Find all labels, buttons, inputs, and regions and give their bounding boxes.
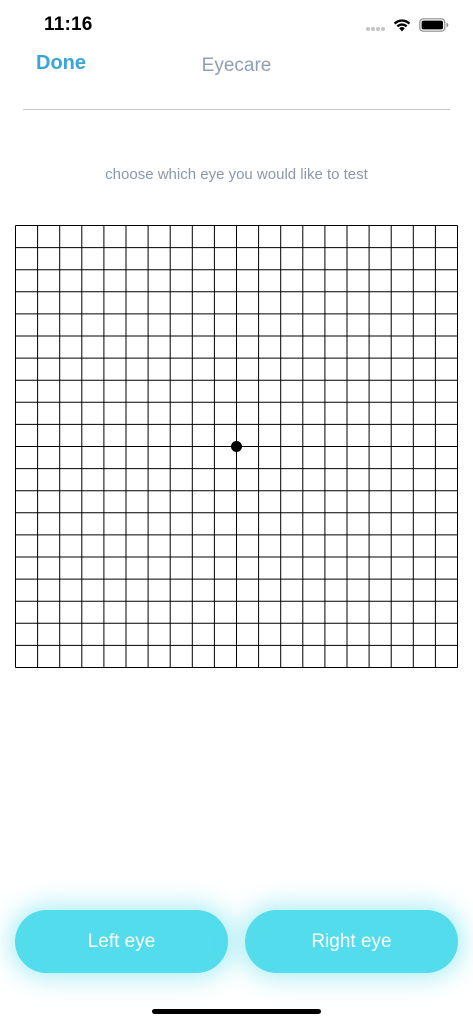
left-eye-button[interactable]: Left eye — [15, 910, 228, 973]
status-bar: 11:16 — [0, 0, 473, 50]
home-indicator — [152, 1009, 321, 1014]
amsler-grid — [15, 225, 458, 668]
eyecare-screen: 11:16 Done Eyecare choose which eye you … — [0, 0, 473, 1024]
status-time: 11:16 — [44, 14, 93, 35]
right-eye-button[interactable]: Right eye — [245, 910, 458, 973]
battery-icon — [419, 18, 449, 32]
page-title: Eyecare — [201, 55, 272, 76]
instruction-text: choose which eye you would like to test — [105, 166, 368, 183]
fixation-dot — [231, 441, 242, 452]
nav-divider — [23, 109, 450, 110]
wifi-icon — [393, 19, 411, 32]
cellular-signal-icon — [366, 27, 386, 33]
